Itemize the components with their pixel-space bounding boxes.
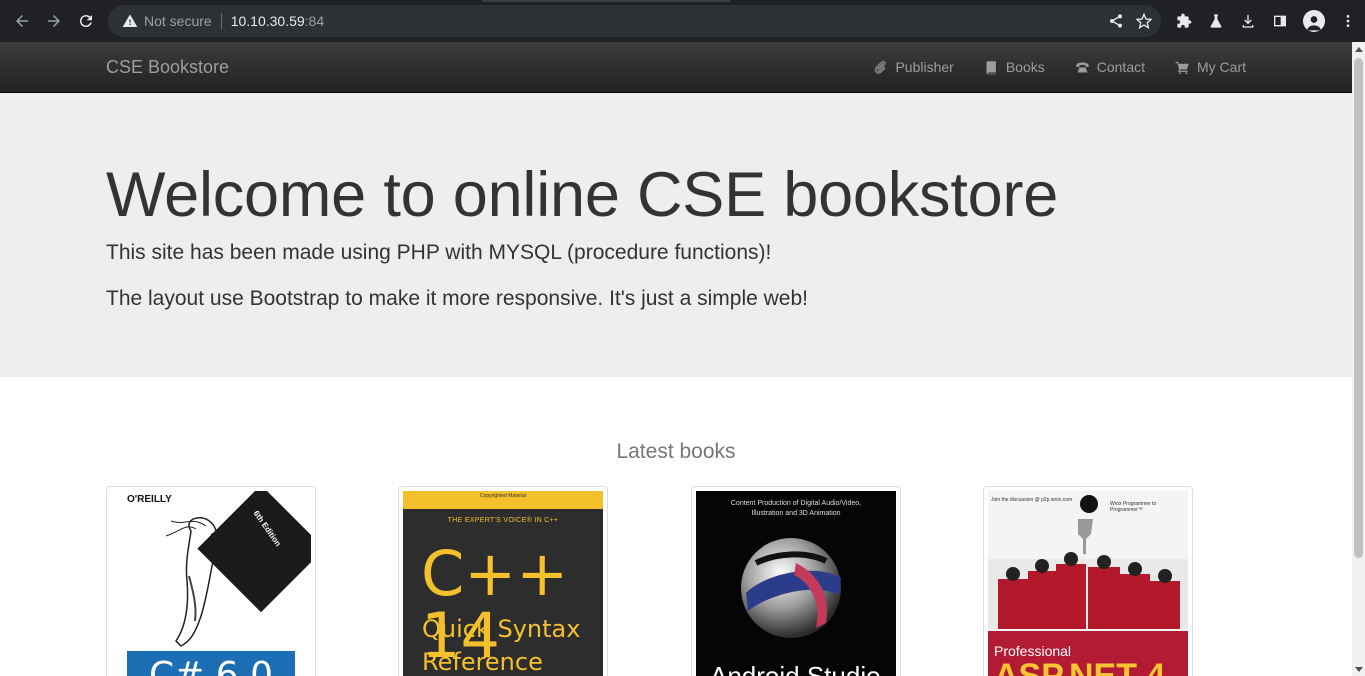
scroll-up-arrow-icon[interactable] [1355, 47, 1363, 52]
back-button[interactable] [9, 8, 35, 34]
forward-arrow-icon [48, 15, 60, 27]
security-label: Not secure [144, 13, 212, 29]
puzzle-icon [1177, 13, 1192, 28]
labs-button[interactable] [1207, 12, 1225, 30]
nav-link-publisher[interactable]: Publisher [873, 59, 954, 75]
book-title: ASP.NET 4 [994, 657, 1166, 676]
scrollbar-thumb[interactable] [1354, 58, 1363, 558]
subtitle-line-2: Reference [422, 648, 543, 676]
nav-label-cart: My Cart [1197, 59, 1246, 75]
brand-link[interactable]: CSE Bookstore [106, 57, 229, 78]
omnibox-separator [220, 13, 222, 29]
star-icon [1136, 13, 1152, 29]
extensions-area [1175, 10, 1357, 32]
page-scrollbar[interactable] [1352, 42, 1365, 676]
profile-avatar[interactable] [1303, 10, 1325, 32]
site-navbar: CSE Bookstore Publisher Books Contact My… [0, 42, 1352, 93]
nav-label-contact: Contact [1096, 59, 1145, 75]
phone-icon [1076, 62, 1089, 72]
book-title: Android Studio [710, 661, 881, 676]
latest-books-heading: Latest books [616, 440, 736, 463]
tagline-1: Content Production of Digital Audio/Vide… [730, 500, 862, 507]
nav-links: Publisher Books Contact My Cart [843, 42, 1246, 92]
wrox-tagline: Wrox Programmer to Programmer™ [1110, 501, 1157, 513]
share-icon [1110, 14, 1122, 28]
nav-link-cart[interactable]: My Cart [1175, 59, 1246, 75]
nav-label-publisher: Publisher [895, 59, 954, 75]
browser-toolbar: Not secure 10.10.30.59:84 [0, 0, 1365, 42]
reload-button[interactable] [73, 8, 99, 34]
nav-label-books: Books [1005, 59, 1045, 75]
download-icon [1242, 15, 1254, 28]
book-icon [986, 60, 996, 74]
side-panel-icon [1274, 15, 1286, 27]
tagline-2: Illustration and 3D Animation [751, 510, 841, 517]
book-cover-csharp: O'REILLY 6th Edition C# 6.0 [111, 491, 311, 676]
address-bar[interactable]: Not secure 10.10.30.59:84 [108, 5, 1161, 37]
series-label: THE EXPERT'S VOICE® IN C++ [447, 517, 559, 524]
downloads-button[interactable] [1239, 12, 1257, 30]
book-thumbnail-android-studio[interactable]: Content Production of Digital Audio/Vide… [691, 486, 901, 676]
forward-button[interactable] [41, 8, 67, 34]
extensions-button[interactable] [1175, 12, 1193, 30]
paperclip-icon [875, 60, 887, 74]
side-panel-button[interactable] [1271, 12, 1289, 30]
menu-button[interactable] [1339, 12, 1357, 30]
share-button[interactable] [1107, 12, 1125, 30]
publisher-label: O'REILLY [127, 494, 172, 505]
page-title: Welcome to online CSE bookstore [106, 160, 1059, 230]
bookmark-button[interactable] [1135, 12, 1153, 30]
scroll-down-arrow-icon[interactable] [1355, 667, 1363, 672]
tab-strip-edge [482, 0, 730, 2]
cart-icon [1175, 61, 1189, 74]
book-cover-cpp14: Copyrighted Material THE EXPERT'S VOICE®… [403, 491, 603, 676]
intro-line-2: The layout use Bootstrap to make it more… [106, 287, 808, 310]
sphere-illustration [741, 538, 841, 638]
flask-icon [1210, 14, 1222, 28]
book-thumbnail-csharp[interactable]: O'REILLY 6th Edition C# 6.0 [106, 486, 316, 676]
reload-icon [79, 15, 92, 28]
wrox-discussion-label: Join the discussion @ p2p.wrox.com [991, 497, 1073, 503]
url-host: 10.10.30.59 [230, 13, 305, 29]
jumbotron: Welcome to online CSE bookstore This sit… [0, 93, 1352, 377]
book-thumbnail-aspnet[interactable]: Join the discussion @ p2p.wrox.com Wrox … [983, 486, 1193, 676]
intro-line-1: This site has been made using PHP with M… [106, 241, 772, 264]
wrox-logo [1080, 495, 1098, 513]
nav-link-books[interactable]: Books [984, 59, 1045, 75]
copyright-label: Copyrighted Material [479, 493, 527, 499]
book-title: C# 6.0 [149, 655, 273, 676]
subtitle-line-1: Quick Syntax [422, 615, 581, 643]
book-thumbnail-cpp14[interactable]: Copyrighted Material THE EXPERT'S VOICE®… [398, 486, 608, 676]
nav-link-contact[interactable]: Contact [1075, 59, 1145, 75]
back-arrow-icon [16, 15, 28, 27]
team-photo [988, 519, 1188, 629]
warning-triangle-icon [122, 14, 138, 27]
url-port: :84 [304, 13, 325, 29]
book-cover-android-studio: Content Production of Digital Audio/Vide… [696, 491, 896, 676]
kebab-menu-icon [1346, 15, 1350, 27]
person-icon [1307, 16, 1321, 31]
book-cover-aspnet: Join the discussion @ p2p.wrox.com Wrox … [988, 491, 1188, 676]
